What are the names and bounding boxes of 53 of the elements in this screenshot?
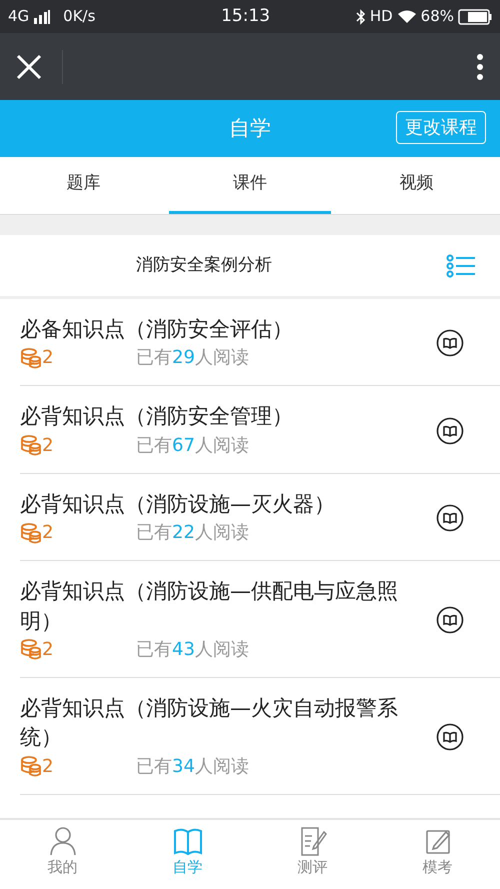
signal-icon: [33, 10, 52, 24]
coins-icon: [20, 522, 42, 544]
network-speed: 0K/s: [63, 6, 96, 28]
coins-icon: [20, 755, 42, 778]
book-icon: [436, 416, 464, 445]
coins-icon: [20, 434, 42, 456]
list-item[interactable]: 必背知识点（消防设施—火灾自动报警系统） 2 已有34人阅读: [20, 678, 500, 795]
coin-count: 2: [20, 636, 136, 663]
item-title: 必背知识点（消防设施—灭火器）: [20, 490, 336, 518]
coins-icon: [20, 638, 42, 660]
nav-tab[interactable]: 模考: [375, 820, 500, 889]
list-item[interactable]: 必背知识点（消防设施—供配电与应急照明） 2 已有43人阅读: [20, 561, 500, 678]
list-item[interactable]: 必背知识点（消防安全管理） 2 已有67人阅读: [20, 386, 500, 474]
coins-icon: [20, 346, 42, 369]
coin-count: 2: [20, 752, 136, 780]
book-icon: [172, 826, 202, 856]
person-icon: [48, 826, 78, 856]
book-icon: [436, 722, 464, 751]
page-title: 自学: [229, 114, 271, 142]
coin-count: 2: [20, 432, 136, 459]
read-count: 已有29人阅读: [136, 346, 249, 370]
wifi-icon: [396, 9, 417, 24]
close-button[interactable]: [16, 54, 42, 80]
tab[interactable]: 题库: [2, 157, 165, 214]
item-title: 必背知识点（消防设施—火灾自动报警系统）: [20, 694, 399, 752]
nav-tab[interactable]: 我的: [0, 820, 125, 889]
nav-tab[interactable]: 测评: [250, 820, 375, 889]
hd-label: HD: [370, 6, 393, 28]
read-count: 已有34人阅读: [136, 754, 249, 779]
list-icon: [446, 254, 476, 278]
book-icon: [436, 504, 464, 532]
book-icon: [436, 329, 464, 358]
close-icon: [16, 54, 42, 80]
coin-count: 2: [20, 519, 136, 546]
list-item[interactable]: 必备知识点（消防安全评估） 2 已有29人阅读: [20, 299, 500, 386]
network-label: 4G: [8, 6, 30, 28]
coin-count: 2: [20, 344, 136, 372]
item-title: 必背知识点（消防设施—供配电与应急照明）: [20, 578, 399, 635]
bluetooth-icon: [356, 8, 366, 24]
menu-button[interactable]: [476, 52, 484, 80]
item-title: 必备知识点（消防安全评估）: [20, 316, 294, 343]
list-item[interactable]: 必背知识点（消防设施—灭火器） 2 已有22人阅读: [20, 474, 500, 562]
battery-level: 68%: [420, 6, 454, 28]
book-icon: [436, 606, 464, 634]
read-count: 已有67人阅读: [136, 434, 249, 458]
read-count: 已有22人阅读: [136, 521, 249, 546]
clock: 15:13: [220, 4, 272, 28]
read-count: 已有43人阅读: [136, 638, 249, 662]
more-icon: [476, 52, 484, 80]
section-title: 消防安全案例分析: [136, 254, 272, 277]
item-title: 必背知识点（消防安全管理）: [20, 403, 294, 430]
tab[interactable]: 视频: [335, 157, 498, 214]
battery-icon: [458, 8, 492, 24]
